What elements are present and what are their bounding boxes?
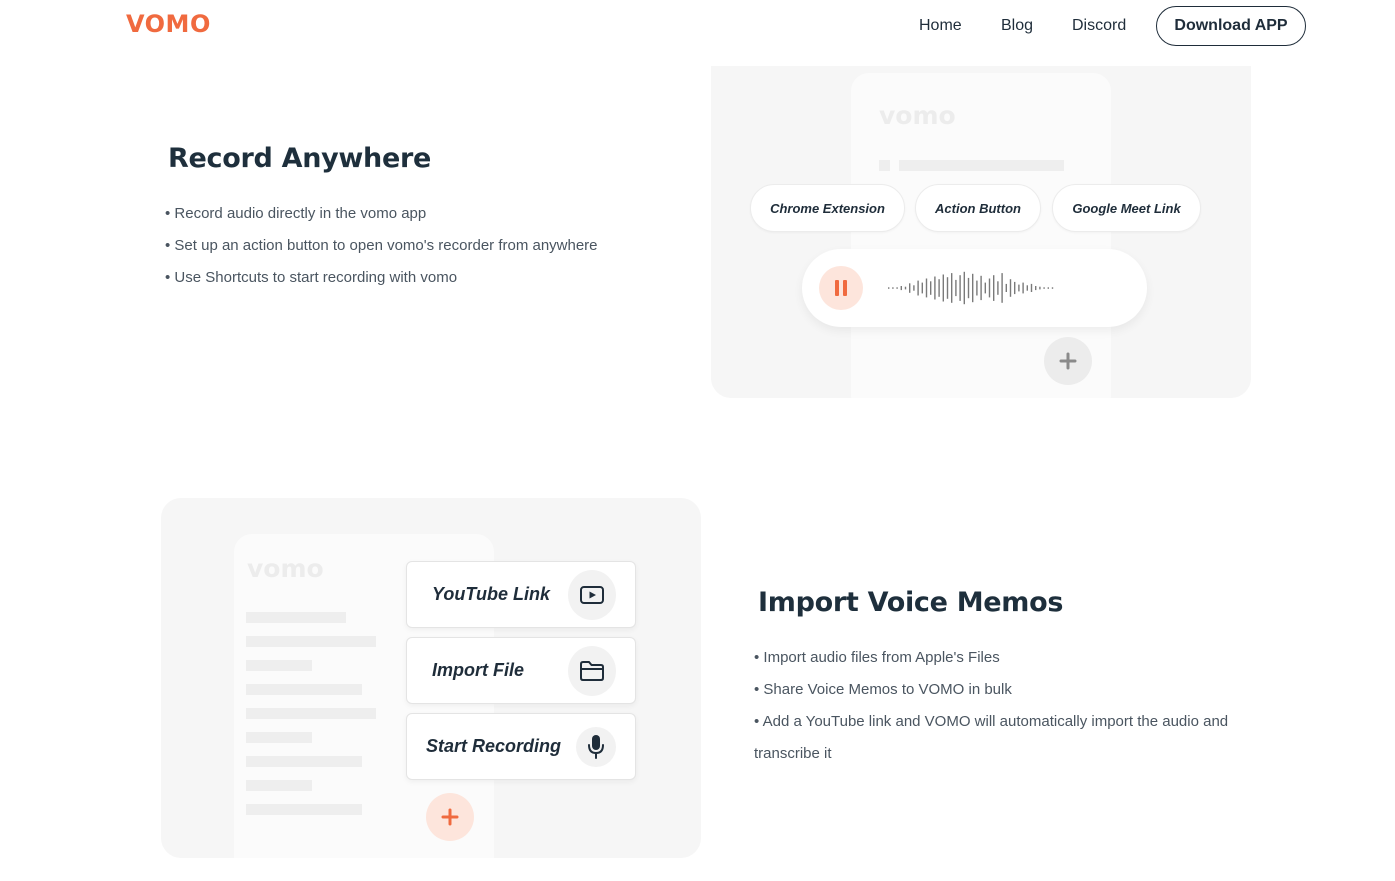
google-meet-link-pill: Google Meet Link: [1052, 184, 1201, 232]
placeholder-line: [246, 732, 312, 743]
record-anywhere-title: Record Anywhere: [168, 143, 432, 174]
feature-item: • Record audio directly in the vomo app: [165, 205, 427, 222]
placeholder-line: [246, 780, 312, 791]
phone-brand-text: vomo: [247, 554, 324, 583]
nav-home-link[interactable]: Home: [919, 17, 962, 35]
chrome-extension-pill: Chrome Extension: [750, 184, 905, 232]
import-voice-memos-feature-list: • Import audio files from Apple's Files …: [754, 647, 1254, 770]
import-voice-memos-title: Import Voice Memos: [758, 587, 1064, 618]
card-label: Start Recording: [426, 736, 562, 756]
plus-icon: [1044, 337, 1092, 385]
pause-icon: [819, 266, 863, 310]
feature-item: • Import audio files from Apple's Files: [754, 649, 1000, 666]
record-anywhere-feature-list: • Record audio directly in the vomo app …: [165, 203, 598, 299]
placeholder-line: [879, 160, 890, 171]
start-recording-card: Start Recording: [406, 713, 636, 780]
placeholder-line: [246, 804, 362, 815]
import-file-card: Import File: [406, 637, 636, 704]
card-label: Import File: [432, 660, 525, 680]
placeholder-line: [246, 636, 376, 647]
download-app-button[interactable]: Download APP: [1156, 6, 1306, 46]
nav-blog-link[interactable]: Blog: [1001, 17, 1033, 35]
recorder-bar: [802, 249, 1147, 327]
waveform-icon: [888, 271, 1054, 305]
feature-item: • Add a YouTube link and VOMO will autom…: [754, 713, 1229, 762]
youtube-play-icon: [568, 570, 616, 620]
phone-brand-text: vomo: [879, 101, 956, 130]
youtube-link-card: YouTube Link: [406, 561, 636, 628]
feature-item: • Use Shortcuts to start recording with …: [165, 269, 458, 286]
folder-icon: [568, 646, 616, 696]
card-label: YouTube Link: [432, 584, 551, 604]
action-button-pill: Action Button: [915, 184, 1041, 232]
placeholder-line: [246, 756, 362, 767]
placeholder-line: [899, 160, 1064, 171]
placeholder-line: [246, 708, 376, 719]
feature-item: • Set up an action button to open vomo's…: [165, 237, 598, 254]
placeholder-line: [246, 612, 346, 623]
import-voice-memos-illustration: vomo YouTube Link Import File Start Reco…: [161, 498, 701, 858]
placeholder-line: [246, 660, 312, 671]
plus-icon: [426, 793, 474, 841]
microphone-icon: [576, 727, 616, 767]
site-header: VOMO Home Blog Discord Download APP: [0, 0, 1395, 56]
vomo-logo[interactable]: VOMO: [126, 10, 211, 38]
nav-discord-link[interactable]: Discord: [1072, 17, 1126, 35]
placeholder-line: [246, 684, 362, 695]
record-anywhere-illustration: vomo Chrome Extension Action Button Goog…: [711, 66, 1251, 398]
